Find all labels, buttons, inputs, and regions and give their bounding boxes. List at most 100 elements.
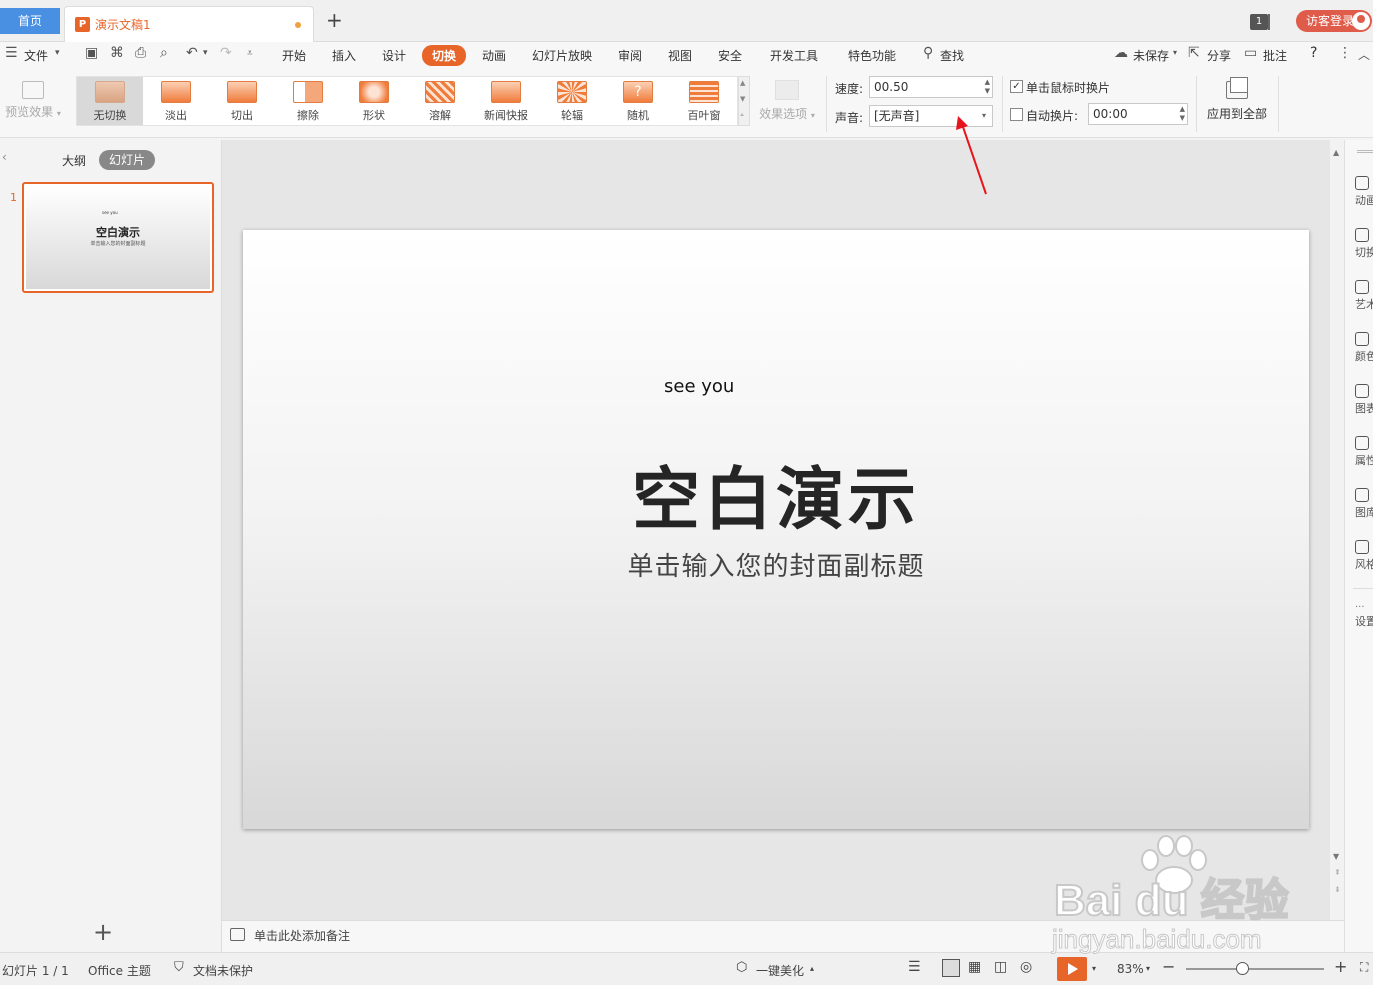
sidebar-item-style[interactable]: 风格 (1355, 540, 1373, 572)
effect-shape[interactable]: 形状 (341, 77, 407, 125)
zoom-level[interactable]: 83% (1117, 962, 1144, 976)
tab-insert[interactable]: 插入 (332, 47, 356, 64)
tab-animation[interactable]: 动画 (482, 47, 506, 64)
next-slide-icon[interactable]: ⇟ (1334, 885, 1341, 894)
visitor-login-button[interactable]: 访客登录 (1296, 10, 1372, 32)
collapse-panel-icon[interactable]: ‹ (2, 150, 7, 164)
effect-random[interactable]: ? 随机 (605, 77, 671, 125)
effect-dissolve[interactable]: 溶解 (407, 77, 473, 125)
zoom-out-icon[interactable]: − (1162, 957, 1175, 976)
zoom-dropdown-icon[interactable]: ▾ (1146, 964, 1150, 973)
save-icon[interactable]: ▣ (85, 45, 98, 61)
reading-view-icon[interactable]: ◫ (994, 959, 1007, 975)
scroll-up-icon[interactable]: ▲ (740, 79, 745, 87)
theme-name[interactable]: Office 主题 (88, 962, 151, 979)
effect-none[interactable]: 无切换 (77, 77, 143, 125)
cloud-icon[interactable]: ☁ (1114, 45, 1128, 61)
tab-view[interactable]: 视图 (668, 47, 692, 64)
more-icon[interactable]: ⋮ (1338, 45, 1352, 61)
auto-advance-checkbox[interactable] (1010, 108, 1023, 121)
share-button[interactable]: 分享 (1207, 47, 1231, 64)
gallery-scrollbar[interactable]: ▲ ▼ ⩡ (738, 76, 750, 126)
help-button[interactable]: ? (1310, 45, 1317, 61)
tab-slides[interactable]: 幻灯片 (99, 150, 155, 170)
collapse-ribbon-icon[interactable]: ︿ (1358, 46, 1370, 63)
file-menu[interactable]: 文件 (24, 47, 48, 64)
notes-toggle-icon[interactable]: ☰ (908, 959, 921, 975)
tab-outline[interactable]: 大纲 (62, 152, 86, 169)
tab-start[interactable]: 开始 (282, 47, 306, 64)
one-click-beautify[interactable]: 一键美化 (756, 962, 804, 979)
slide-small-text[interactable]: see you (664, 376, 734, 397)
add-slide-button[interactable]: + (93, 920, 113, 944)
effect-wipe[interactable]: 擦除 (275, 77, 341, 125)
play-slideshow-button[interactable] (1057, 957, 1087, 981)
scroll-down-icon[interactable]: ▼ (740, 95, 745, 103)
window-switch-icon[interactable] (1268, 14, 1272, 30)
vertical-scrollbar[interactable]: ▲ ▼ ⇞ ⇟ (1330, 140, 1344, 920)
zoom-slider-track[interactable] (1186, 968, 1324, 970)
sidebar-item-gallery[interactable]: 图库 (1355, 488, 1373, 520)
drag-handle-icon[interactable] (1357, 150, 1373, 153)
unsaved-dropdown-icon[interactable]: ▾ (1173, 48, 1177, 57)
tab-transition[interactable]: 切换 (422, 45, 467, 66)
apply-to-all-button[interactable]: 应用到全部 (1200, 77, 1274, 126)
sidebar-item-art[interactable]: 艺术 (1355, 280, 1373, 312)
tab-slideshow[interactable]: 幻灯片放映 (532, 47, 592, 64)
speed-input[interactable]: 00.50 ▲ ▼ (869, 76, 993, 98)
chevron-down-icon[interactable]: ▾ (55, 48, 60, 58)
gallery-expand-icon[interactable]: ⩡ (740, 111, 744, 120)
share-icon[interactable]: ⇱ (1188, 45, 1200, 61)
effect-options-button[interactable]: 效果选项 ▾ (756, 78, 818, 126)
customize-toolbar-icon[interactable]: ⩡ (247, 48, 253, 59)
slide-subtitle[interactable]: 单击输入您的封面副标题 (243, 546, 1309, 583)
tab-security[interactable]: 安全 (718, 47, 742, 64)
search-icon[interactable]: ⚲ (923, 45, 933, 61)
undo-dropdown-icon[interactable]: ▾ (203, 48, 208, 58)
sidebar-item-properties[interactable]: 属性 (1355, 436, 1373, 468)
effect-wheel[interactable]: 轮辐 (539, 77, 605, 125)
tab-features[interactable]: 特色功能 (848, 47, 896, 64)
spin-icon[interactable]: ▲ ▼ (985, 78, 990, 96)
slide-sorter-icon[interactable]: ▦ (968, 959, 981, 975)
document-protection[interactable]: 文档未保护 (193, 962, 253, 979)
zoom-in-icon[interactable]: + (1334, 957, 1347, 976)
play-dropdown-icon[interactable]: ▾ (1092, 964, 1096, 973)
sidebar-item-transition[interactable]: 切换 (1355, 228, 1373, 260)
effect-newsflash[interactable]: 新闻快报 (473, 77, 539, 125)
on-click-checkbox[interactable]: ✓ (1010, 80, 1023, 93)
comment-button[interactable]: 批注 (1263, 47, 1287, 64)
format-painter-icon[interactable]: ⌘ (110, 45, 124, 61)
document-tab[interactable]: P 演示文稿1 (64, 6, 314, 42)
effect-fade[interactable]: 淡出 (143, 77, 209, 125)
slide-title[interactable]: 空白演示 (243, 444, 1309, 543)
redo-icon[interactable]: ↷ (220, 45, 232, 61)
previous-slide-icon[interactable]: ⇞ (1334, 868, 1341, 877)
chevron-up-icon[interactable]: ▴ (810, 964, 814, 973)
slide-thumbnail[interactable]: see you 空白演示 单击输入您的封面副标题 (22, 182, 214, 293)
hamburger-menu-icon[interactable]: ☰ (5, 45, 18, 61)
effect-blinds[interactable]: 百叶窗 (671, 77, 737, 125)
sidebar-item-chart[interactable]: 图表 (1355, 384, 1373, 416)
scroll-up-icon[interactable]: ▲ (1333, 148, 1339, 157)
print-icon[interactable]: ⎙ (135, 45, 146, 61)
presenter-view-icon[interactable]: ◎ (1020, 959, 1032, 975)
normal-view-icon[interactable] (942, 959, 960, 977)
tab-design[interactable]: 设计 (382, 47, 406, 64)
sidebar-item-color[interactable]: 颜色 (1355, 332, 1373, 364)
notes-placeholder[interactable]: 单击此处添加备注 (254, 927, 350, 944)
search-button[interactable]: 查找 (940, 47, 964, 64)
tab-review[interactable]: 审阅 (618, 47, 642, 64)
new-tab-button[interactable]: + (326, 10, 343, 30)
home-tab[interactable]: 首页 (0, 8, 60, 34)
comment-icon[interactable]: ▭ (1244, 45, 1257, 61)
effect-cut[interactable]: 切出 (209, 77, 275, 125)
sidebar-item-animation[interactable]: 动画 (1355, 176, 1373, 208)
slide-canvas[interactable]: see you 空白演示 单击输入您的封面副标题 (243, 230, 1309, 829)
unsaved-status[interactable]: 未保存 (1133, 47, 1169, 64)
window-count-badge[interactable]: 1 (1250, 14, 1268, 30)
spin-icon[interactable]: ▲ ▼ (1180, 105, 1185, 123)
print-preview-icon[interactable]: ⌕ (160, 45, 168, 61)
sidebar-item-settings[interactable]: ··· 设置 (1355, 602, 1373, 629)
zoom-slider-handle[interactable] (1236, 962, 1249, 975)
